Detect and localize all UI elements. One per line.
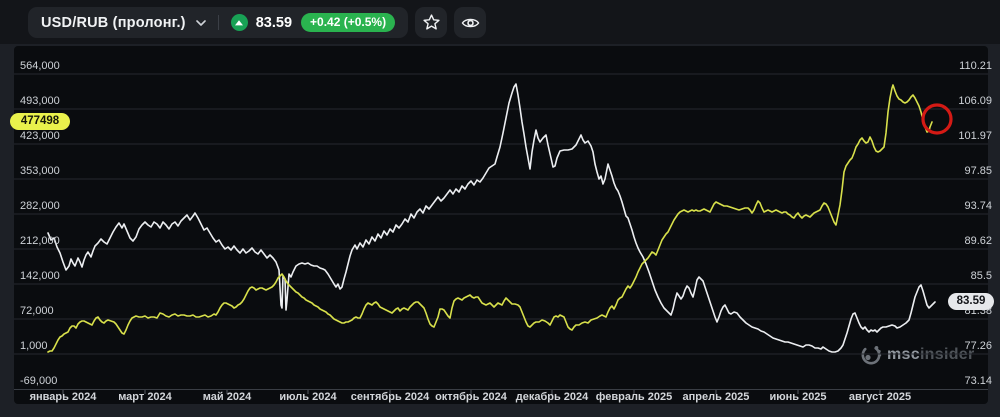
y-axis-label-left: 282,000 (20, 200, 60, 212)
y-axis-label-left: 1,000 (20, 340, 48, 352)
y-axis-label-left: 493,000 (20, 95, 60, 107)
left-scale-last-value-badge: 477498 (10, 113, 70, 130)
x-axis-label: август 2025 (848, 391, 912, 403)
price-change-badge: +0.42 (+0.5%) (301, 13, 396, 32)
favorite-button[interactable] (415, 7, 448, 38)
y-axis-label-right: 97.85 (964, 165, 992, 177)
divider (217, 15, 219, 30)
price-up-arrow-icon (230, 14, 248, 31)
toolbar: USD/RUB (пролонг.) 83.59 +0.42 (+0.5%) (28, 7, 487, 38)
eye-icon (461, 16, 480, 30)
y-axis-label-left: 72,000 (20, 305, 54, 317)
y-axis-label-left: 212,000 (20, 235, 60, 247)
chevron-down-icon (195, 19, 206, 26)
right-scale-last-value-badge: 83.59 (948, 293, 994, 310)
y-axis-label-right: 101.97 (958, 130, 992, 142)
y-axis-label-right: 85.5 (970, 270, 992, 282)
symbol-label: USD/RUB (пролонг.) (41, 14, 186, 31)
y-axis-label-left: 423,000 (20, 130, 60, 142)
star-icon (422, 13, 441, 32)
y-axis-label-left: 142,000 (20, 270, 60, 282)
y-axis-label-left: 564,000 (20, 60, 60, 72)
y-axis-label-right: 110.21 (959, 60, 992, 72)
price-chart[interactable] (0, 0, 1000, 417)
y-axis-label-right: 77.26 (964, 340, 992, 352)
last-price: 83.59 (255, 14, 293, 31)
y-axis-label-right: 73.14 (964, 375, 992, 387)
watch-button[interactable] (454, 7, 487, 38)
y-axis-label-left: -69,000 (20, 375, 58, 387)
symbol-selector[interactable]: USD/RUB (пролонг.) 83.59 +0.42 (+0.5%) (28, 7, 409, 38)
y-axis-label-right: 89.62 (964, 235, 992, 247)
y-axis-label-right: 106.09 (958, 95, 992, 107)
y-axis-label-left: 353,000 (20, 165, 60, 177)
trading-terminal-window: msc insider 564,000 493,000 423,000 353,000 2… (0, 0, 1000, 417)
y-axis-label-right: 93.74 (964, 200, 992, 212)
series-left-scale-series-line (47, 84, 933, 353)
